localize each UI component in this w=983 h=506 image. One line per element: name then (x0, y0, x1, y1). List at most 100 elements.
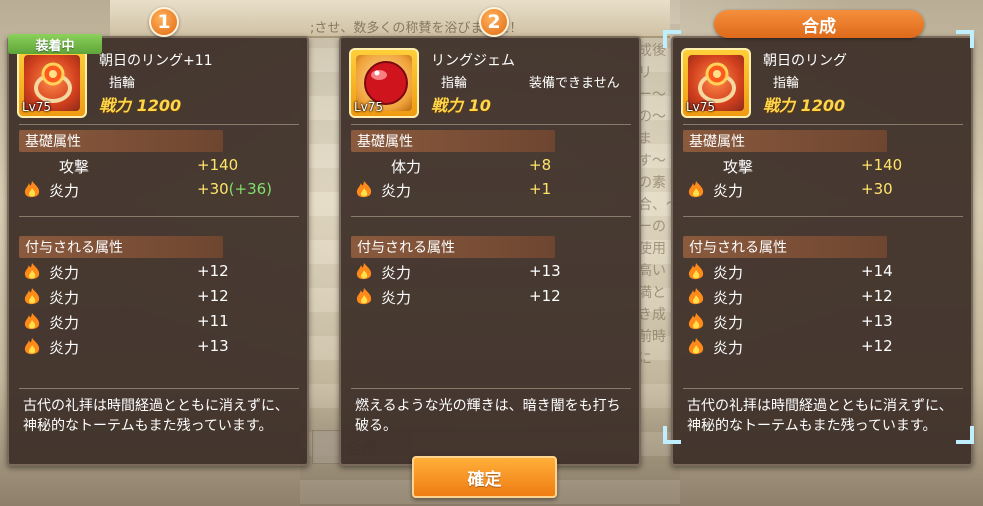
extra-attr-row: 炎力 +14 (683, 260, 963, 284)
attr-name: 炎力 (49, 314, 80, 332)
item-icon-slot[interactable]: Lv75 (349, 48, 419, 118)
attr-value: +8 (529, 156, 552, 174)
basic-attributes-title: 基礎属性 (351, 130, 555, 152)
attr-name: 攻撃 (723, 158, 754, 176)
item-description: 古代の礼拝は時間経過とともに消えずに、神秘的なトーテムもまた残っています。 (23, 398, 289, 434)
fire-icon (356, 181, 372, 198)
fire-icon (356, 263, 372, 280)
attr-value: +12 (197, 287, 229, 305)
attr-value: +12 (861, 337, 893, 355)
extra-attributes-title: 付与される属性 (351, 236, 555, 258)
confirm-button[interactable]: 確定 (412, 456, 557, 498)
fire-icon (24, 338, 40, 355)
divider (683, 388, 963, 389)
attr-name: 炎力 (49, 264, 80, 282)
divider (19, 388, 299, 389)
extra-attributes-title: 付与される属性 (683, 236, 887, 258)
attr-value: +11 (197, 312, 229, 330)
fire-icon (688, 288, 704, 305)
slot-number-2: 2 (479, 7, 509, 37)
item-header: Lv75 朝日のリング+11 指輪 戦力 1200 (17, 48, 301, 120)
attr-name: 炎力 (49, 339, 80, 357)
selection-corner-icon (956, 30, 974, 48)
basic-attr-row: 攻撃 +140 (683, 154, 963, 178)
fire-icon (24, 263, 40, 280)
basic-attr-row: 体力 +8 (351, 154, 631, 178)
item-level: Lv75 (686, 100, 716, 114)
item-icon-slot[interactable]: Lv75 (17, 48, 87, 118)
attr-name: 炎力 (713, 182, 744, 200)
divider (19, 216, 299, 217)
item-description: 燃えるような光の輝きは、暗き闇をも打ち破る。 (355, 398, 621, 434)
basic-attributes-title: 基礎属性 (19, 130, 223, 152)
item-header: Lv75 リングジェム 指輪 装備できません 戦力 10 (349, 48, 633, 120)
attr-value: +12 (861, 287, 893, 305)
selection-corner-icon (663, 30, 681, 48)
attr-value: +13 (861, 312, 893, 330)
attr-name: 炎力 (713, 289, 744, 307)
item-type: 指輪 (441, 76, 468, 91)
attr-value: +13 (529, 262, 561, 280)
basic-attr-row: 炎力 +30 (683, 178, 963, 202)
item-name: 朝日のリング (763, 53, 847, 69)
basic-attr-row: 炎力 +30(+36) (19, 178, 299, 202)
item-panel-1: Lv75 朝日のリング+11 指輪 戦力 1200 基礎属性 攻撃 +140 炎… (7, 36, 309, 466)
item-icon-slot[interactable]: Lv75 (681, 48, 751, 118)
selection-corner-icon (956, 426, 974, 444)
extra-attr-row: 炎力 +12 (683, 285, 963, 309)
fire-icon (24, 181, 40, 198)
divider (19, 124, 299, 125)
attr-name: 炎力 (381, 289, 412, 307)
attr-value-base: +30 (197, 180, 229, 198)
attr-value: +1 (529, 180, 552, 198)
item-type: 指輪 (773, 76, 800, 91)
divider (683, 216, 963, 217)
attr-value: +30(+36) (197, 180, 272, 198)
attr-name: 炎力 (713, 314, 744, 332)
attr-value: +13 (197, 337, 229, 355)
synthesis-result-header: 合成 (714, 10, 924, 38)
basic-attributes-title: 基礎属性 (683, 130, 887, 152)
slot-number-1: 1 (149, 7, 179, 37)
background-side-text: 成後リー〜の〜ます〜の素合、〜ーの使用高い満とき成前時に (638, 43, 680, 367)
extra-attr-row: 炎力 +13 (19, 335, 299, 359)
equipped-badge: 装着中 (8, 34, 102, 54)
divider (683, 124, 963, 125)
item-type: 指輪 (109, 76, 136, 91)
extra-attr-row: 炎力 +12 (19, 260, 299, 284)
fire-icon (688, 181, 704, 198)
basic-attr-row: 炎力 +1 (351, 178, 631, 202)
item-header: Lv75 朝日のリング 指輪 戦力 1200 (681, 48, 965, 120)
item-panel-2: Lv75 リングジェム 指輪 装備できません 戦力 10 基礎属性 体力 +8 … (339, 36, 641, 466)
extra-attributes-title: 付与される属性 (19, 236, 223, 258)
item-power: 戦力 10 (431, 96, 491, 115)
fire-icon (688, 313, 704, 330)
selection-corner-icon (663, 426, 681, 444)
attr-bonus: (+36) (228, 180, 273, 198)
item-power: 戦力 1200 (763, 96, 846, 115)
extra-attr-row: 炎力 +13 (351, 260, 631, 284)
attr-name: 炎力 (381, 264, 412, 282)
attr-name: 炎力 (49, 182, 80, 200)
attr-value: +30 (861, 180, 893, 198)
item-level: Lv75 (354, 100, 384, 114)
fire-icon (24, 313, 40, 330)
item-level: Lv75 (22, 100, 52, 114)
attr-name: 炎力 (49, 289, 80, 307)
fire-icon (24, 288, 40, 305)
attr-name: 炎力 (381, 182, 412, 200)
item-equip-note: 装備できません (529, 76, 620, 91)
attr-value: +12 (197, 262, 229, 280)
divider (351, 124, 631, 125)
divider (351, 216, 631, 217)
fire-icon (688, 263, 704, 280)
attr-value: +12 (529, 287, 561, 305)
item-panel-result: Lv75 朝日のリング 指輪 戦力 1200 基礎属性 攻撃 +140 炎力 +… (671, 36, 973, 466)
basic-attr-row: 攻撃 +140 (19, 154, 299, 178)
item-power: 戦力 1200 (99, 96, 182, 115)
extra-attr-row: 炎力 +12 (19, 285, 299, 309)
fire-icon (688, 338, 704, 355)
divider (351, 388, 631, 389)
fire-icon (356, 288, 372, 305)
extra-attr-row: 炎力 +13 (683, 310, 963, 334)
